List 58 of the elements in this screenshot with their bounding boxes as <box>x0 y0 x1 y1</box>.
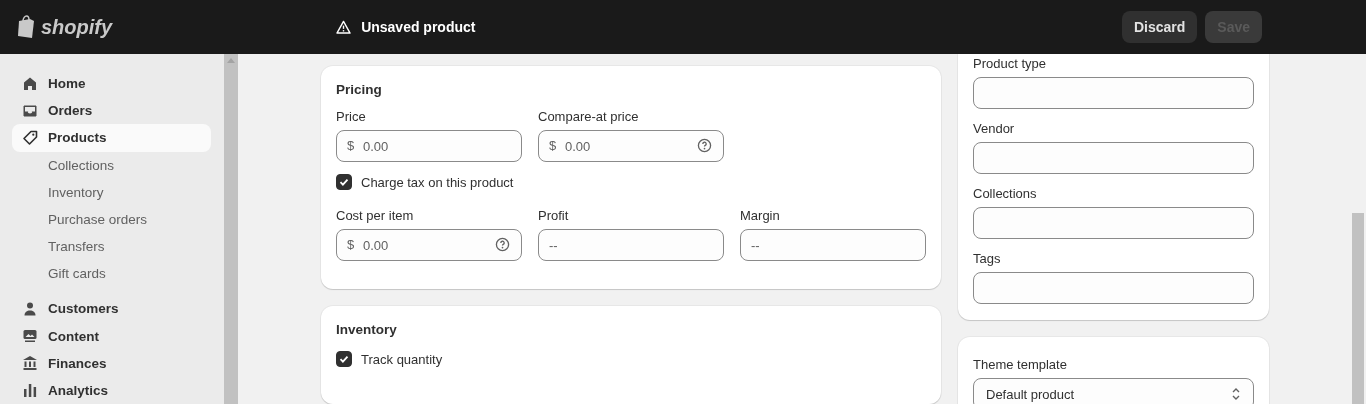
currency-prefix: $ <box>347 138 355 153</box>
field-label: Theme template <box>973 357 1068 372</box>
help-icon[interactable] <box>495 237 510 252</box>
input-field[interactable] <box>973 207 1254 239</box>
nav-item[interactable]: Home <box>12 70 211 98</box>
input-field[interactable] <box>973 272 1254 304</box>
scrollbar[interactable] <box>224 54 238 404</box>
checkbox[interactable] <box>336 351 352 367</box>
currency-prefix: $ <box>347 237 355 252</box>
bank-icon <box>22 355 38 372</box>
nav-item[interactable]: Content <box>12 322 211 350</box>
field-label: Compare-at price <box>538 109 640 124</box>
bar-chart-icon <box>22 382 38 399</box>
checkbox-label: Track quantity <box>361 351 443 367</box>
help-icon[interactable] <box>697 138 712 153</box>
warning-icon <box>336 20 352 34</box>
tag-icon <box>22 129 38 146</box>
nav-subitem[interactable]: Collections <box>12 151 211 179</box>
card-title: Inventory <box>336 322 398 337</box>
checkbox-label: Charge tax on this product <box>361 174 514 190</box>
discard-button[interactable]: Discard <box>1121 11 1198 43</box>
home-icon <box>22 75 38 92</box>
input-field[interactable]: -- <box>538 229 724 261</box>
logo-text: shopify <box>41 15 113 39</box>
person-icon <box>22 300 38 317</box>
nav-item[interactable]: Orders <box>12 97 211 125</box>
field-label: Tags <box>973 251 1002 266</box>
select-field[interactable]: Default product <box>973 378 1254 404</box>
nav-item[interactable]: Products <box>12 124 211 152</box>
nav-item[interactable]: Finances <box>12 349 211 377</box>
field-label: Price <box>336 109 367 124</box>
shopping-bag-icon <box>16 15 36 39</box>
nav-subitem[interactable]: Transfers <box>12 233 211 261</box>
inbox-icon <box>22 102 38 119</box>
select-value: Default product <box>986 386 1075 402</box>
field-label: Margin <box>740 208 781 223</box>
input-field[interactable] <box>973 77 1254 109</box>
scrollbar-thumb[interactable] <box>1352 213 1364 404</box>
field-label: Product type <box>973 56 1047 71</box>
currency-prefix: $ <box>549 138 557 153</box>
input-field[interactable] <box>973 142 1254 174</box>
nav-subitem[interactable]: Purchase orders <box>12 205 211 234</box>
card-title: Pricing <box>336 82 383 97</box>
field-label: Cost per item <box>336 208 415 223</box>
field-label: Profit <box>538 208 570 223</box>
checkbox[interactable] <box>336 174 352 190</box>
image-icon <box>22 328 38 345</box>
nav-subitem[interactable]: Inventory <box>12 178 211 206</box>
nav-item[interactable]: Customers <box>12 295 211 323</box>
nav-item[interactable]: Analytics <box>12 376 211 404</box>
chevron-up-down-icon <box>1231 387 1241 401</box>
field-label: Vendor <box>973 121 1016 136</box>
input-field[interactable]: -- <box>740 229 926 261</box>
nav-subitem[interactable]: Gift cards <box>12 260 211 288</box>
checkmark-icon <box>338 353 350 365</box>
field-label: Collections <box>973 186 1038 201</box>
page-title: Unsaved product <box>361 19 476 35</box>
checkmark-icon <box>338 176 350 188</box>
